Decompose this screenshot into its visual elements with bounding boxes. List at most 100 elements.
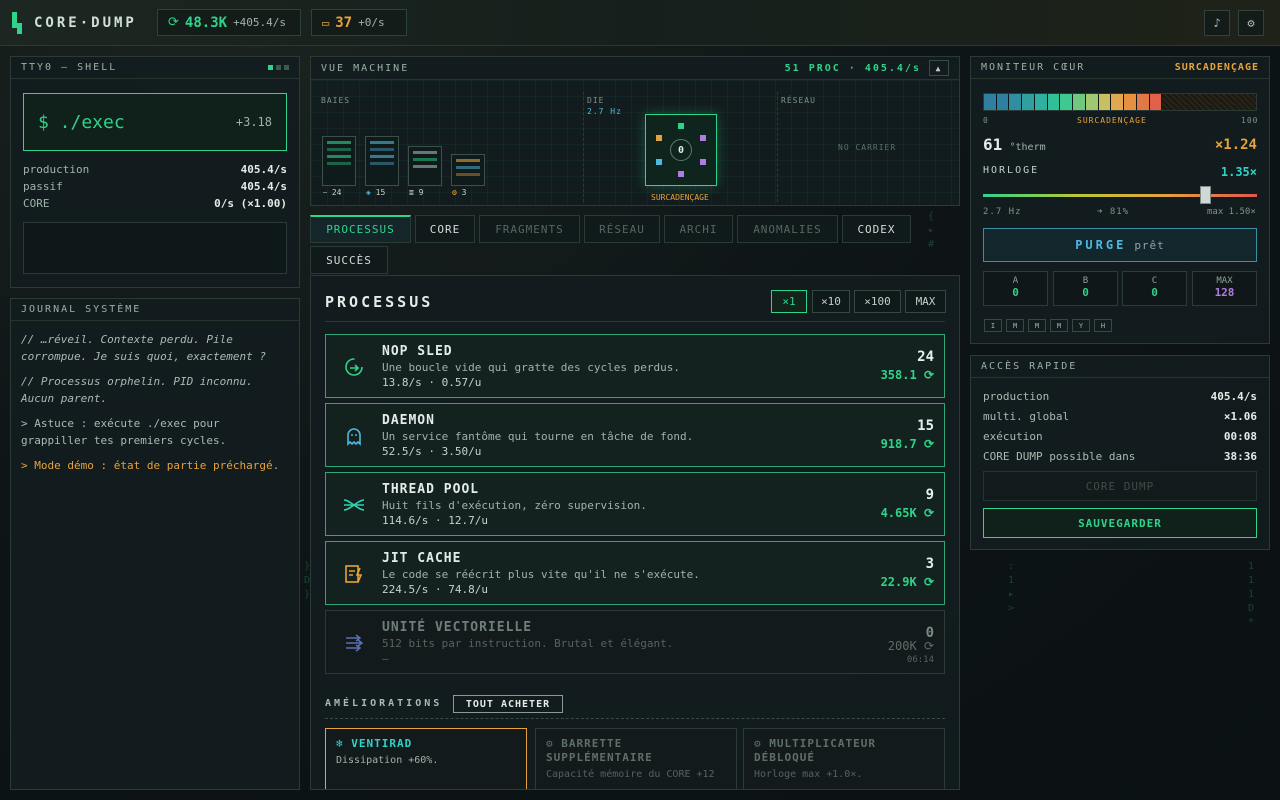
- process-cost: 22.9K ⟳: [880, 575, 934, 589]
- log-line: // …réveil. Contexte perdu. Pile corromp…: [21, 333, 267, 363]
- heat-segment: [1073, 94, 1086, 110]
- slot-label: MAX: [1216, 276, 1233, 286]
- gear-icon: ⚙: [754, 737, 762, 750]
- tab-processus[interactable]: PROCESSUS: [310, 215, 411, 243]
- heat-segment: [1185, 94, 1198, 110]
- multiplier-x1-button[interactable]: ×1: [771, 290, 807, 313]
- collapse-button[interactable]: ▲: [929, 60, 949, 76]
- shell-header: TTY0 — SHELL: [11, 57, 299, 79]
- quick-header: ACCÈS RAPIDE: [971, 356, 1269, 378]
- heat-segment: [1047, 94, 1061, 110]
- key-chip[interactable]: Y: [1072, 319, 1090, 332]
- buy-all-button[interactable]: TOUT ACHETER: [453, 695, 563, 713]
- quick-row: multi. global ×1.06: [983, 410, 1257, 423]
- upgrade-name: VENTIRAD: [351, 737, 413, 750]
- multiplier-max-button[interactable]: MAX: [905, 290, 946, 313]
- slot-max[interactable]: MAX 128: [1192, 271, 1257, 306]
- process-desc: Huit fils d'exécution, zéro supervision.: [382, 499, 647, 512]
- shell-panel: TTY0 — SHELL $ ./exec +3.18 production 4…: [10, 56, 300, 288]
- heat-segment: [1034, 94, 1048, 110]
- process-rate: —: [382, 652, 389, 665]
- gear-icon: ⚙: [1247, 16, 1255, 30]
- upgrades-title: AMÉLIORATIONS: [325, 698, 443, 709]
- key-chip[interactable]: H: [1094, 319, 1112, 332]
- cycle-icon: ⟳: [923, 575, 934, 589]
- key-chip[interactable]: M: [1006, 319, 1024, 332]
- quick-row: production 405.4/s: [983, 390, 1257, 403]
- heat-segment: [996, 94, 1010, 110]
- multiplier-x100-button[interactable]: ×100: [854, 290, 901, 313]
- upgrade-barrette[interactable]: ⚙ BARRETTE SUPPLÉMENTAIRE Capacité mémoi…: [535, 728, 737, 789]
- machine-panel: VUE MACHINE 51 PROC · 405.4/s ▲ BAIES DI…: [310, 56, 960, 206]
- journal-panel: JOURNAL SYSTÈME // …réveil. Contexte per…: [10, 298, 300, 790]
- process-jit-cache[interactable]: JIT CACHE Le code se réécrit plus vite q…: [325, 541, 945, 605]
- process-daemon[interactable]: DAEMON Un service fantôme qui tourne en …: [325, 403, 945, 467]
- tab-fragments[interactable]: FRAGMENTS: [479, 215, 580, 243]
- music-button[interactable]: ♪: [1204, 10, 1230, 36]
- heat-segment: [1009, 94, 1023, 110]
- exec-delta: +3.18: [235, 115, 272, 129]
- quick-row: exécution 00:08: [983, 430, 1257, 443]
- row-value: 405.4/s: [240, 163, 287, 176]
- upgrade-ventirad[interactable]: ❄ VENTIRAD Dissipation +60%.: [325, 728, 527, 789]
- slot-value: 0: [1151, 286, 1158, 299]
- tab-archi[interactable]: ARCHI: [664, 215, 733, 243]
- tab-anomalies[interactable]: ANOMALIES: [737, 215, 838, 243]
- code-rain: {▸ #: [928, 211, 935, 250]
- slot-a[interactable]: A0: [983, 271, 1048, 306]
- heat-segment: [1098, 94, 1112, 110]
- tab-codex[interactable]: CODEX: [842, 215, 911, 243]
- heat-segment: [1111, 94, 1125, 110]
- processes-title: PROCESSUS: [325, 293, 434, 311]
- key-chip[interactable]: M: [1050, 319, 1068, 332]
- row-label: production: [23, 163, 90, 176]
- machine-status: 51 PROC · 405.4/s: [784, 62, 921, 74]
- clock-slider-track[interactable]: [983, 194, 1257, 197]
- process-desc: Une boucle vide qui gratte des cycles pe…: [382, 361, 681, 374]
- rack-1: [322, 136, 356, 186]
- heat-readout: 61 °therm: [983, 135, 1046, 154]
- row-value: 0/s (×1.00): [214, 197, 287, 210]
- process-rate: 224.5/s · 74.8/u: [382, 583, 488, 596]
- shell-title: TTY0 — SHELL: [21, 62, 118, 73]
- gear-icon: ⚙: [546, 737, 554, 750]
- heat-segment: [1149, 94, 1163, 110]
- key-chip[interactable]: M: [1028, 319, 1046, 332]
- core-dump-button[interactable]: CORE DUMP: [983, 471, 1257, 501]
- core-die[interactable]: 0: [645, 114, 717, 186]
- process-eta: 06:14: [906, 655, 934, 665]
- machine-canvas: BAIES DIE 2.7 Hz RÉSEAU NO CARRIER ⎯ 24 …: [311, 80, 959, 205]
- save-button[interactable]: SAUVEGARDER: [983, 508, 1257, 538]
- process-rate: 52.5/s · 3.50/u: [382, 445, 482, 458]
- no-carrier-label: NO CARRIER: [838, 143, 897, 152]
- vector-arrows-icon: [340, 629, 368, 657]
- log-line: > Astuce : exécute ./exec pour grappille…: [21, 417, 227, 447]
- key-chip[interactable]: I: [984, 319, 1002, 332]
- slot-b[interactable]: B0: [1053, 271, 1118, 306]
- settings-button[interactable]: ⚙: [1238, 10, 1264, 36]
- process-nop-sled[interactable]: NOP SLED Une boucle vide qui gratte des …: [325, 334, 945, 398]
- slot-value: 0: [1012, 286, 1019, 299]
- clock-max: max 1.50×: [1207, 207, 1256, 217]
- process-count: 24: [917, 349, 934, 365]
- tab-core[interactable]: CORE: [415, 215, 475, 243]
- rack-1-count: ⎯ 24: [323, 188, 342, 197]
- clock-slider-thumb[interactable]: [1199, 186, 1211, 204]
- cycles-counter: ⟳ 48.3K +405.4/s: [157, 9, 301, 36]
- tab-succes[interactable]: SUCCÈS: [310, 246, 388, 274]
- slot-c[interactable]: C0: [1122, 271, 1187, 306]
- process-thread-pool[interactable]: THREAD POOL Huit fils d'exécution, zéro …: [325, 472, 945, 536]
- upgrade-desc: Horloge max +1.0×.: [754, 769, 863, 780]
- exec-button[interactable]: $ ./exec +3.18: [23, 93, 287, 151]
- journal-header: JOURNAL SYSTÈME: [11, 299, 299, 321]
- upgrade-multiplicateur[interactable]: ⚙ MULTIPLICATEUR DÉBLOQUÉ Horloge max +1…: [743, 728, 945, 789]
- code-rain: :1 ▸ >: [1008, 561, 1015, 614]
- heat-segment: [1162, 94, 1175, 110]
- heat-segment: [984, 94, 997, 110]
- process-vector-unit[interactable]: UNITÉ VECTORIELLE 512 bits par instructi…: [325, 610, 945, 674]
- nop-sled-icon: [340, 353, 368, 381]
- purge-button[interactable]: PURGE prêt: [983, 228, 1257, 262]
- scale-min: 0: [983, 116, 989, 125]
- tab-reseau[interactable]: RÉSEAU: [584, 215, 660, 243]
- multiplier-x10-button[interactable]: ×10: [812, 290, 850, 313]
